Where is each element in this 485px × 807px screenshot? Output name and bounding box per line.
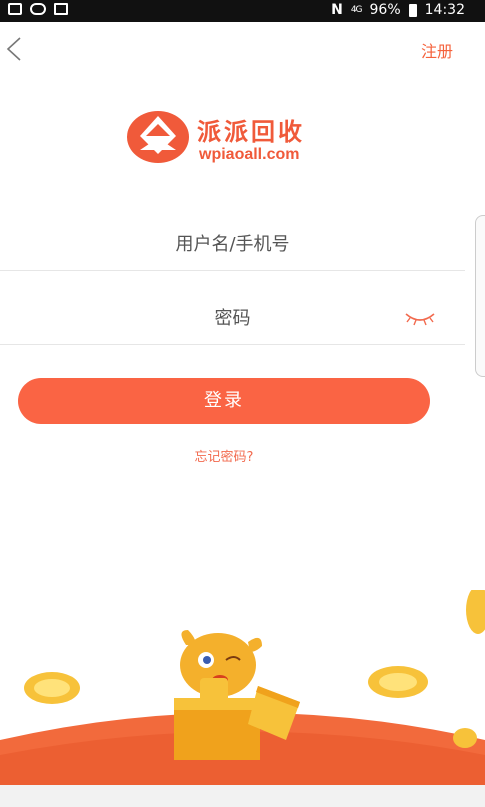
back-button[interactable]: [4, 36, 30, 62]
brand-name-en: wpiaoall.com: [199, 146, 300, 163]
wechat-icon: [30, 3, 46, 15]
side-drawer-handle[interactable]: [475, 215, 485, 377]
forgot-password-link[interactable]: 忘记密码?: [0, 446, 448, 465]
brand-name-cn: 派派回收: [197, 117, 305, 146]
register-link[interactable]: 注册: [421, 38, 453, 62]
status-bar: N 4G 96% 14:32: [0, 0, 485, 22]
password-input[interactable]: [80, 307, 385, 330]
message-icon: [54, 3, 68, 15]
username-field: [0, 220, 465, 271]
nfc-icon: N: [331, 2, 343, 18]
coin-icon: [453, 728, 477, 748]
signal-icon: 4G: [350, 5, 363, 15]
eye-closed-icon[interactable]: [403, 308, 437, 328]
battery-percent: 96%: [369, 2, 401, 18]
status-left-icons: [8, 3, 68, 15]
chevron-left-icon: [6, 37, 21, 61]
clock: 14:32: [424, 2, 465, 18]
gallery-icon: [8, 3, 22, 15]
status-right: N 4G 96% 14:32: [331, 2, 465, 18]
bottom-bar: [0, 785, 485, 807]
battery-icon: [408, 3, 417, 17]
username-input[interactable]: [80, 233, 385, 256]
coin-icon: [466, 590, 485, 634]
password-field: [0, 294, 465, 345]
logo-icon: [127, 111, 189, 163]
mascot-illustration: [0, 590, 485, 807]
login-button[interactable]: 登录: [18, 378, 430, 424]
